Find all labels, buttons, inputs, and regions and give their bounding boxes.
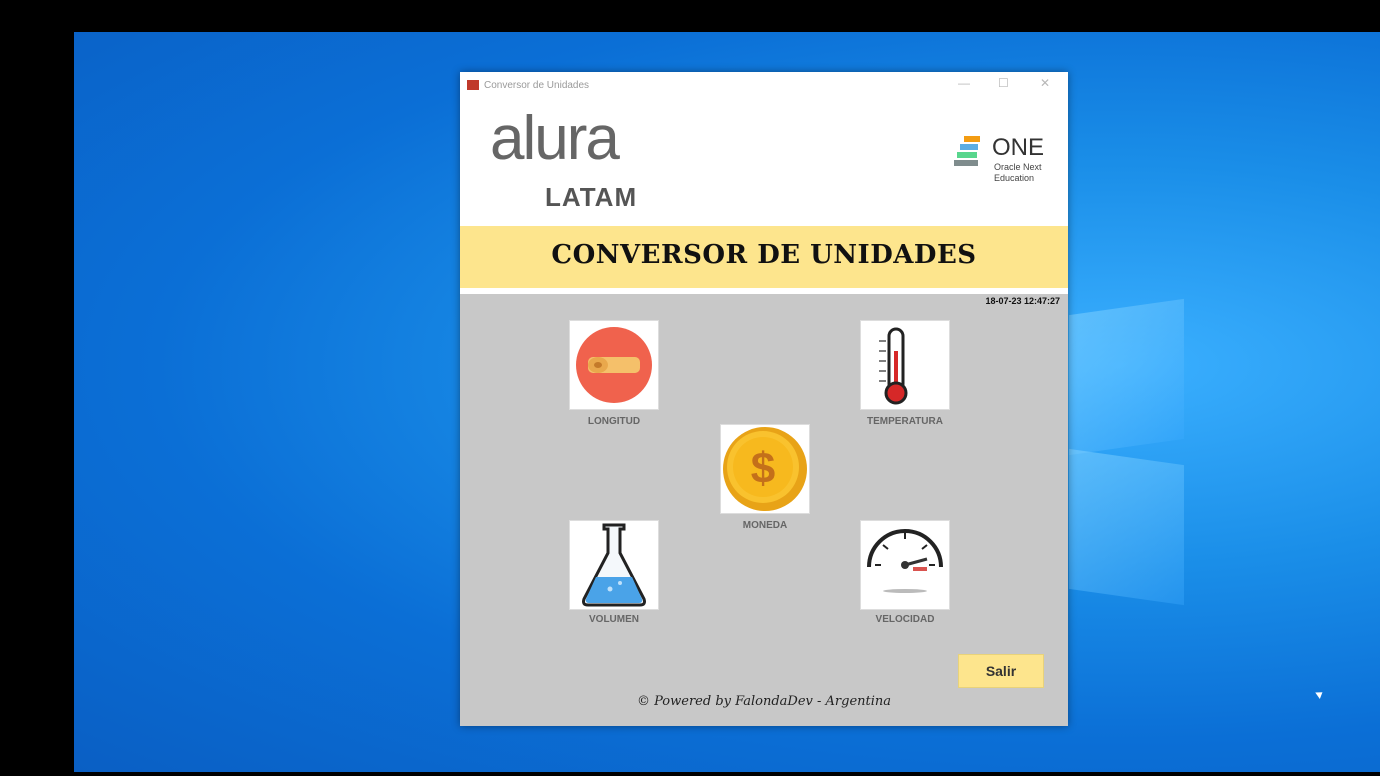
velocidad-label: VELOCIDAD — [875, 614, 935, 625]
moneda-label: MONEDA — [742, 520, 788, 531]
temperatura-button[interactable] — [860, 320, 950, 410]
temperatura-label: TEMPERATURA — [867, 416, 943, 427]
app-window: Conversor de Unidades — ☐ ✕ alura LATAM … — [460, 72, 1068, 726]
speedometer-icon — [867, 529, 943, 593]
window-title: Conversor de Unidades — [484, 80, 590, 91]
flask-icon — [582, 523, 646, 607]
volumen-label: VOLUMEN — [589, 614, 639, 625]
title-bar: Conversor de Unidades — ☐ ✕ — [460, 72, 1068, 100]
one-logo-subtitle: Oracle Next Education — [994, 162, 1042, 183]
app-icon — [467, 80, 479, 90]
exit-button[interactable]: Salir — [958, 654, 1044, 688]
svg-text:$: $ — [751, 444, 775, 493]
longitud-button[interactable] — [569, 320, 659, 410]
tape-measure-icon — [576, 327, 652, 403]
title-banner: CONVERSOR DE UNIDADES — [460, 226, 1068, 288]
footer-credits: © Powered by FalondaDev - Argentina — [636, 694, 892, 709]
datetime-display: 18-07-23 12:47:27 — [985, 296, 1060, 306]
minimize-button[interactable]: — — [958, 76, 970, 90]
alura-logo: alura — [490, 104, 620, 173]
page-title: CONVERSOR DE UNIDADES — [551, 240, 977, 270]
maximize-button[interactable]: ☐ — [998, 76, 1009, 90]
volumen-button[interactable] — [569, 520, 659, 610]
converter-panel: 18-07-23 12:47:27 LONGITUD TEMPERATURA $… — [460, 294, 1068, 726]
thermometer-icon — [879, 327, 908, 405]
one-logo-icon — [954, 136, 980, 166]
one-logo-title: ONE — [992, 134, 1045, 161]
latam-logo-text: LATAM — [545, 182, 638, 212]
longitud-label: LONGITUD — [587, 416, 641, 427]
close-button[interactable]: ✕ — [1040, 76, 1050, 90]
moneda-button[interactable]: $ — [720, 424, 810, 514]
mouse-cursor-icon — [1315, 689, 1325, 699]
windows-logo — [1069, 298, 1184, 606]
velocidad-button[interactable] — [860, 520, 950, 610]
coin-dollar-icon: $ — [723, 427, 807, 511]
